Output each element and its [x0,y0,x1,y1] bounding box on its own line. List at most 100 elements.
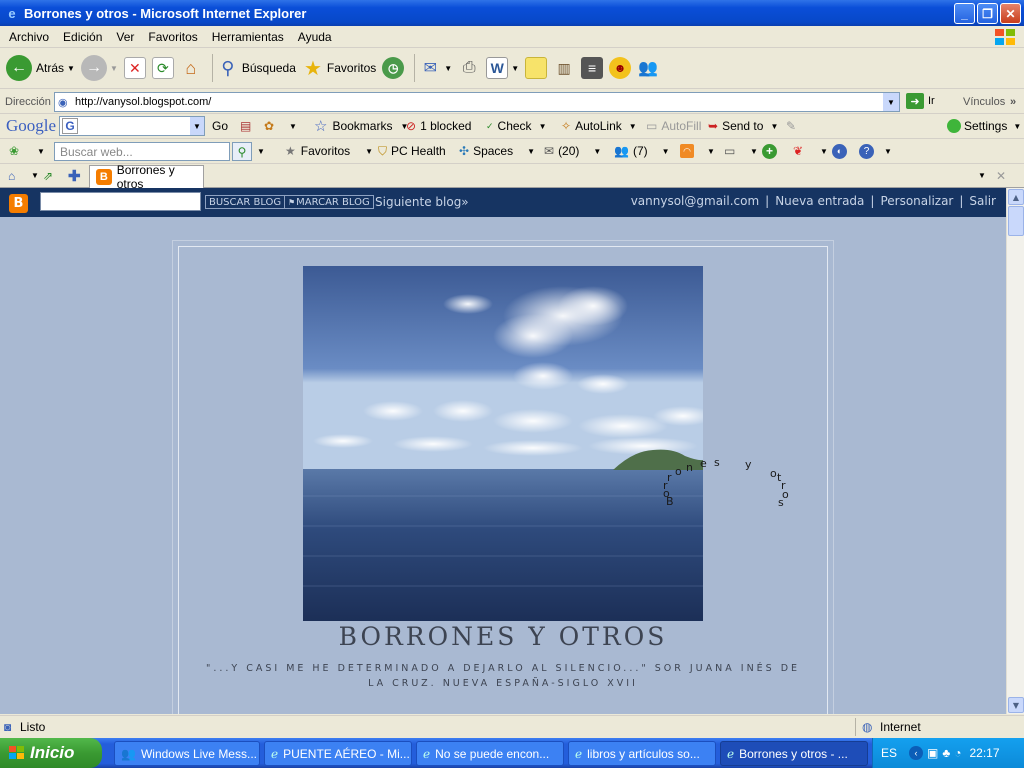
personalizar-link[interactable]: Personalizar [880,194,953,208]
favorites-center-icon[interactable]: ⌂ [8,169,15,183]
tab-dropdown-icon[interactable]: ▼ [978,171,986,180]
check-label: Check [497,119,532,133]
menu-ver[interactable]: Ver [109,30,141,44]
bookmarks-label: Bookmarks [332,119,393,133]
marcar-blog-button[interactable]: ⚑ MARCAR BLOG [284,195,374,209]
close-button[interactable]: ✕ [1000,3,1021,24]
menu-favoritos[interactable]: Favoritos [141,30,204,44]
google-search-input[interactable]: G ▼ [59,116,205,136]
puzzle-icon[interactable]: ✿ [264,119,274,133]
pc-health-button[interactable]: ⛉ PC Health [378,144,446,159]
new-tab-icon[interactable]: ✚ [68,167,81,185]
tab-borrones[interactable]: B Borrones y otros [89,163,204,191]
messenger-tray-icon[interactable]: ♣ [942,746,950,760]
autolink-label: AutoLink [575,119,622,133]
task-puente-aereo[interactable]: ℯ PUENTE AÉREO - Mi... [264,741,412,766]
print-button[interactable]: ⎙ [458,57,480,79]
address-input[interactable]: ◉ http://vanysol.blogspot.com/ ▼ [54,92,900,112]
autolink-button[interactable]: ✧ AutoLink ▼ [561,119,637,133]
rss-icon[interactable]: ◠ [680,144,694,158]
google-settings-button[interactable]: Settings ▼ [947,119,1021,133]
mail-button[interactable]: ✉ ▼ [419,57,453,79]
language-indicator[interactable]: ES [881,746,897,760]
live-contacts-button[interactable]: 👥 (7) ▼ [614,144,670,158]
highlighter-icon[interactable]: ✎ [786,119,796,133]
volume-icon[interactable]: ◔ [954,746,961,760]
toolbar-button-icon[interactable]: ◐ [832,143,847,159]
chevron-right-icon[interactable]: » [1010,96,1016,108]
search-button[interactable]: ⚲ Búsqueda [217,57,296,79]
news-icon[interactable]: ▤ [240,119,251,133]
clock: 22:17 [969,746,1000,760]
links-label[interactable]: Vínculos [963,96,1005,108]
salir-link[interactable]: Salir [969,194,996,208]
go-label: Ir [928,95,935,107]
favorites-button[interactable]: ★ Favoritos [302,57,376,80]
scroll-thumb[interactable] [1008,206,1024,236]
research-button[interactable]: ▥ [553,57,575,79]
help-icon[interactable]: ? [859,143,874,159]
blocked-label: 1 blocked [420,119,472,133]
spaces-button[interactable]: ✣ Spaces ▼ [459,144,535,158]
menu-archivo[interactable]: Archivo [2,30,56,44]
edit-button[interactable]: W ▼ [486,57,519,79]
butterfly-icon[interactable]: ❦ [793,144,803,158]
spellcheck-button[interactable]: ✓ Check ▼ [486,119,546,133]
go-button[interactable]: ➜ Ir [906,93,935,109]
chevron-left-icon[interactable]: ‹ [909,746,924,760]
scroll-up-icon[interactable]: ▲ [1008,189,1024,205]
vertical-scrollbar[interactable]: ▲ ▼ [1006,188,1024,714]
tab-list-icon[interactable]: ⇗ [43,169,53,183]
live-logo-icon[interactable]: ❀ [9,144,19,158]
notes-button[interactable] [525,57,548,79]
nueva-entrada-link[interactable]: Nueva entrada [775,194,864,208]
autofill-label: AutoFill [661,119,702,133]
google-dropdown-icon[interactable]: ▼ [190,117,204,135]
live-favoritos-button[interactable]: ★ Favoritos ▼ [285,144,373,158]
forward-button[interactable]: → ▼ [80,55,118,81]
window-icon[interactable]: ▭ [724,144,735,158]
blog-search-input[interactable] [40,192,201,211]
stop-button[interactable]: ✕ [123,57,146,79]
live-mail-button[interactable]: ✉ (20) ▼ [544,144,601,158]
task-libros[interactable]: ℯ libros y artículos so... [568,741,716,766]
task-messenger[interactable]: 👥 Windows Live Mess... [114,741,260,766]
home-button[interactable]: ⌂ [180,57,202,79]
siguiente-blog-link[interactable]: Siguiente blog» [375,195,469,209]
sendto-button[interactable]: ➥ Send to ▼ [708,119,778,133]
blogger-navbar: B BUSCAR BLOG ⚑ MARCAR BLOG Siguiente blo… [0,188,1006,217]
restore-button[interactable]: ❐ [977,3,998,24]
task-no-se-puede[interactable]: ℯ No se puede encon... [416,741,564,766]
standard-toolbar: ← Atrás ▼ → ▼ ✕ ⟳ ⌂ ⚲ Búsqueda ★ Favoritos… [0,48,1024,89]
header-image-sea-sky [303,266,703,621]
messenger-button[interactable]: 👥 [637,57,659,79]
bookmarks-button[interactable]: ☆ Bookmarks ▼ [314,117,408,135]
task-borrones[interactable]: ℯ Borrones y otros - ... [720,741,868,766]
home-icon: ⌂ [185,57,197,78]
add-icon[interactable]: + [762,143,777,159]
history-button[interactable]: ◷ [382,57,405,79]
messenger-emoticon-button[interactable]: ☻ [609,57,632,79]
close-tab-icon[interactable]: ✕ [996,169,1006,183]
blogger-favicon-icon: B [96,169,112,185]
start-button[interactable]: Inicio [0,738,102,768]
menu-edicion[interactable]: Edición [56,30,109,44]
scroll-down-icon[interactable]: ▼ [1008,697,1024,713]
live-search-icon[interactable]: ⚲ [232,142,252,161]
menu-ayuda[interactable]: Ayuda [291,30,339,44]
blogger-logo-icon[interactable]: B [9,194,28,213]
google-go-button[interactable]: Go [212,119,228,133]
back-button[interactable]: ← Atrás ▼ [6,55,75,81]
menu-herramientas[interactable]: Herramientas [205,30,291,44]
buscar-blog-button[interactable]: BUSCAR BLOG [205,195,286,209]
toolbar-extra-button[interactable]: ≡ [581,57,604,79]
autofill-button[interactable]: ▭ AutoFill [646,119,701,133]
address-dropdown-icon[interactable]: ▼ [883,93,899,111]
popup-blocked-button[interactable]: ⊘ 1 blocked [406,119,471,133]
letter: r [667,471,672,484]
blog-title[interactable]: BORRONES Y OTROS [178,622,828,651]
live-search-input[interactable]: Buscar web... [54,142,230,161]
minimize-button[interactable]: _ [954,3,975,24]
refresh-button[interactable]: ⟳ [151,57,174,79]
network-icon[interactable]: ▣ [927,746,938,760]
